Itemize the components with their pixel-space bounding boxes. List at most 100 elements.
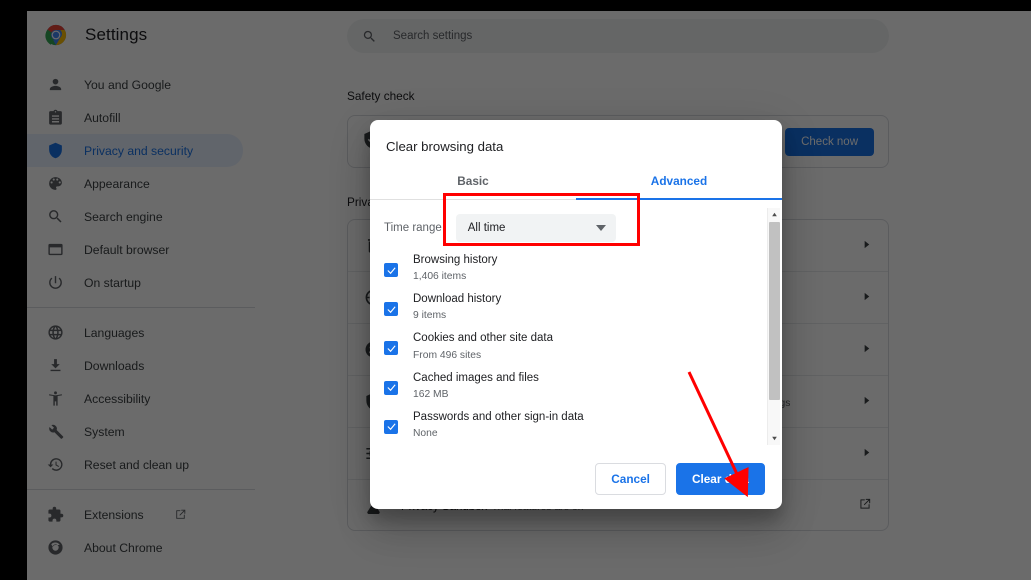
checkbox-row-body: Cached images and files 162 MB <box>413 372 539 400</box>
download-icon <box>47 357 64 374</box>
checkbox-row-body: Browsing history 1,406 items <box>413 254 497 282</box>
checkbox-row-cookies-and-other-site-data[interactable]: Cookies and other site data From 496 sit… <box>384 327 782 366</box>
sidebar-item-label: Languages <box>84 326 144 340</box>
external-link-icon <box>858 497 872 516</box>
screenshot-root: Settings You and Google Autofill <box>0 0 1031 580</box>
checkbox-checked-icon[interactable] <box>384 381 398 395</box>
external-link-icon <box>174 508 187 521</box>
time-range-label: Time range <box>384 222 442 234</box>
checkbox-label: Browsing history <box>413 254 497 267</box>
sidebar-divider-2 <box>27 489 255 490</box>
checkbox-checked-icon[interactable] <box>384 341 398 355</box>
data-type-checkbox-list: Browsing history 1,406 items Download hi… <box>370 242 782 447</box>
sidebar-item-autofill[interactable]: Autofill <box>27 101 243 134</box>
sidebar-item-label: System <box>84 425 125 439</box>
sidebar-item-on-startup[interactable]: On startup <box>27 266 243 299</box>
time-range-select[interactable]: All time <box>456 214 616 242</box>
dialog-title: Clear browsing data <box>370 120 782 154</box>
check-now-button[interactable]: Check now <box>785 128 874 156</box>
power-icon <box>47 274 64 291</box>
sidebar-item-downloads[interactable]: Downloads <box>27 349 243 382</box>
clear-browsing-data-dialog: Clear browsing data Basic Advanced Time … <box>370 120 782 509</box>
sidebar-item-default-browser[interactable]: Default browser <box>27 233 243 266</box>
dialog-footer: Cancel Clear data <box>370 447 782 509</box>
checkbox-sublabel: None <box>413 428 584 439</box>
shield-icon <box>47 142 64 159</box>
sidebar-item-label: Reset and clean up <box>84 458 189 472</box>
puzzle-icon <box>47 506 64 523</box>
sidebar-item-search-engine[interactable]: Search engine <box>27 200 243 233</box>
sidebar-nav-primary: You and Google Autofill Privacy and secu… <box>27 68 255 564</box>
sidebar-item-privacy-and-security[interactable]: Privacy and security <box>27 134 243 167</box>
clipboard-icon <box>47 109 64 126</box>
chrome-logo-icon <box>45 24 67 46</box>
time-range-value: All time <box>468 222 506 234</box>
checkbox-row-body: Passwords and other sign-in data None <box>413 411 584 439</box>
checkbox-sublabel: 162 MB <box>413 389 539 400</box>
sidebar-item-label: Accessibility <box>84 392 150 406</box>
checkbox-row-download-history[interactable]: Download history 9 items <box>384 288 782 327</box>
sidebar-item-label: Search engine <box>84 210 163 224</box>
checkbox-sublabel: From 496 sites <box>413 350 553 361</box>
globe-icon <box>47 324 64 341</box>
checkbox-sublabel: 1,406 items <box>413 271 497 282</box>
sidebar-item-system[interactable]: System <box>27 415 243 448</box>
history-restore-icon <box>47 456 64 473</box>
checkbox-sublabel: 9 items <box>413 310 501 321</box>
person-icon <box>47 76 64 93</box>
accessibility-icon <box>47 390 64 407</box>
cancel-button[interactable]: Cancel <box>595 463 666 495</box>
sidebar-divider-1 <box>27 307 255 308</box>
checkbox-label: Passwords and other sign-in data <box>413 411 584 424</box>
page-title: Settings <box>85 25 147 45</box>
sidebar-item-appearance[interactable]: Appearance <box>27 167 243 200</box>
chevron-down-icon <box>596 225 606 231</box>
chevron-right-icon <box>861 445 872 463</box>
safety-check-section-title: Safety check <box>347 89 415 103</box>
sidebar-item-label: Downloads <box>84 359 144 373</box>
palette-icon <box>47 175 64 192</box>
sidebar-item-label: Appearance <box>84 177 150 191</box>
sidebar-item-label: Autofill <box>84 111 121 125</box>
sidebar-item-languages[interactable]: Languages <box>27 316 243 349</box>
scrollbar-thumb[interactable] <box>769 222 780 400</box>
search-input-placeholder: Search settings <box>393 30 472 42</box>
scroll-up-arrow-icon[interactable] <box>768 208 781 221</box>
tab-advanced[interactable]: Advanced <box>576 164 782 199</box>
sidebar-item-label: Privacy and security <box>84 144 193 158</box>
sidebar-item-extensions[interactable]: Extensions <box>27 498 243 531</box>
time-range-row: Time range All time <box>370 200 782 242</box>
checkbox-row-autofill-form-data[interactable]: Autofill form data <box>384 445 782 447</box>
chevron-right-icon <box>861 237 872 255</box>
settings-sidebar: Settings You and Google Autofill <box>27 11 255 580</box>
checkbox-checked-icon[interactable] <box>384 420 398 434</box>
sidebar-item-reset-and-clean-up[interactable]: Reset and clean up <box>27 448 243 481</box>
dialog-scrollbar[interactable] <box>767 208 780 445</box>
tab-basic[interactable]: Basic <box>370 164 576 199</box>
checkbox-label: Cached images and files <box>413 372 539 385</box>
checkbox-row-body: Cookies and other site data From 496 sit… <box>413 332 553 360</box>
search-icon <box>47 208 64 225</box>
sidebar-item-label: Default browser <box>84 243 169 257</box>
sidebar-item-you-and-google[interactable]: You and Google <box>27 68 243 101</box>
checkbox-row-cached-images-and-files[interactable]: Cached images and files 162 MB <box>384 367 782 406</box>
sidebar-item-label: About Chrome <box>84 541 163 555</box>
search-icon <box>362 29 377 44</box>
checkbox-label: Download history <box>413 293 501 306</box>
checkbox-row-browsing-history[interactable]: Browsing history 1,406 items <box>384 249 782 288</box>
checkbox-checked-icon[interactable] <box>384 263 398 277</box>
checkbox-row-passwords-and-other-sign-in-data[interactable]: Passwords and other sign-in data None <box>384 406 782 445</box>
checkbox-label: Cookies and other site data <box>413 332 553 345</box>
chrome-outline-icon <box>47 539 64 556</box>
sidebar-item-label: Extensions <box>84 508 144 522</box>
chevron-right-icon <box>861 393 872 411</box>
sidebar-item-about-chrome[interactable]: About Chrome <box>27 531 243 564</box>
scroll-down-arrow-icon[interactable] <box>768 432 781 445</box>
browser-window-icon <box>47 241 64 258</box>
checkbox-checked-icon[interactable] <box>384 302 398 316</box>
sidebar-item-label: On startup <box>84 276 141 290</box>
clear-data-button[interactable]: Clear data <box>676 463 765 495</box>
settings-brand: Settings <box>27 11 255 59</box>
sidebar-item-accessibility[interactable]: Accessibility <box>27 382 243 415</box>
search-settings-bar[interactable]: Search settings <box>347 19 889 53</box>
